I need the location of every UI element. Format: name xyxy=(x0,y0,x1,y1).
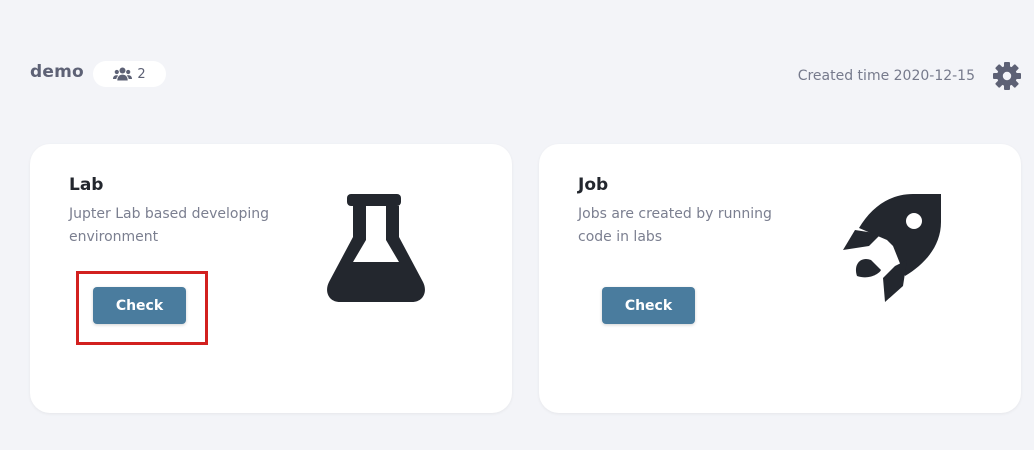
project-header: demo 2 Created time 2020-12-15 xyxy=(0,0,1034,120)
created-time: Created time 2020-12-15 xyxy=(797,68,975,84)
lab-card: Lab Jupter Lab based developing environm… xyxy=(30,144,512,413)
project-name: demo xyxy=(30,62,84,82)
gear-icon[interactable] xyxy=(992,61,1022,91)
rocket-icon xyxy=(835,194,947,310)
card-description: Jupter Lab based developing environment xyxy=(69,206,270,245)
members-badge[interactable]: 2 xyxy=(93,61,166,87)
job-check-button[interactable]: Check xyxy=(602,287,695,324)
card-title: Lab xyxy=(69,175,104,195)
member-count: 2 xyxy=(137,66,146,82)
job-card: Job Jobs are created by running code in … xyxy=(539,144,1021,413)
card-title: Job xyxy=(578,175,609,195)
card-description: Jobs are created by running code in labs xyxy=(578,206,772,245)
lab-check-button[interactable]: Check xyxy=(93,287,186,324)
users-icon xyxy=(113,67,133,81)
flask-icon xyxy=(326,194,426,308)
